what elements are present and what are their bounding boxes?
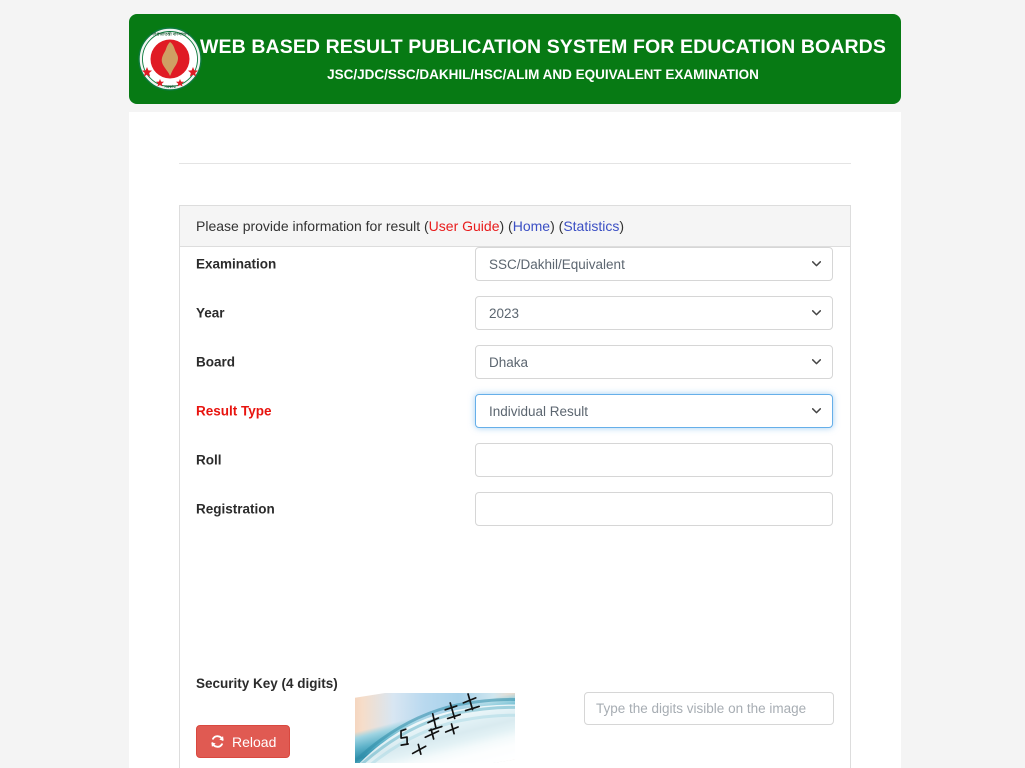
label-roll: Roll <box>196 452 222 468</box>
form-row-registration: Registration <box>180 492 850 526</box>
year-select-value: 2023 <box>489 305 520 321</box>
chevron-down-icon <box>812 310 821 316</box>
svg-text:গণপ্রজাতন্ত্রী বাংলাদেশ: গণপ্রজাতন্ত্রী বাংলাদেশ <box>151 31 189 37</box>
form-row-examination: Examination SSC/Dakhil/Equivalent <box>180 247 850 281</box>
page-subtitle: JSC/JDC/SSC/DAKHIL/HSC/ALIM AND EQUIVALE… <box>327 67 759 83</box>
site-header: গণপ্রজাতন্ত্রী বাংলাদেশ সরকার WEB BASED … <box>129 14 901 104</box>
label-board: Board <box>196 354 236 370</box>
form-row-result-type: Result Type Individual Result <box>180 394 850 428</box>
registration-input[interactable] <box>475 492 833 526</box>
form-row-board: Board Dhaka <box>180 345 850 379</box>
examination-select[interactable]: SSC/Dakhil/Equivalent <box>475 247 833 281</box>
bangladesh-government-emblem-icon: গণপ্রজাতন্ত্রী বাংলাদেশ সরকার <box>138 27 202 91</box>
label-result-type: Result Type <box>196 403 272 419</box>
panel-heading-text: Please provide information for result <box>196 218 421 234</box>
chevron-down-icon <box>812 408 821 414</box>
security-key-placeholder: Type the digits visible on the image <box>596 701 807 716</box>
paren-close-3: ) <box>619 218 624 234</box>
result-type-select[interactable]: Individual Result <box>475 394 833 428</box>
content-panel: Please provide information for result (U… <box>129 112 901 768</box>
chevron-down-icon <box>812 261 821 267</box>
chevron-down-icon <box>812 359 821 365</box>
board-select[interactable]: Dhaka <box>475 345 833 379</box>
panel-heading: Please provide information for result (U… <box>180 206 850 247</box>
label-security-key: Security Key (4 digits) <box>196 676 338 691</box>
statistics-link[interactable]: Statistics <box>563 218 619 234</box>
board-select-value: Dhaka <box>489 354 529 370</box>
captcha-image <box>355 693 515 763</box>
refresh-icon <box>210 734 225 749</box>
form-body: Examination SSC/Dakhil/Equivalent Year 2… <box>180 247 850 768</box>
roll-input[interactable] <box>475 443 833 477</box>
examination-select-value: SSC/Dakhil/Equivalent <box>489 256 625 272</box>
label-registration: Registration <box>196 501 275 517</box>
home-link[interactable]: Home <box>513 218 550 234</box>
horizontal-divider <box>179 163 851 164</box>
user-guide-link[interactable]: User Guide <box>429 218 500 234</box>
year-select[interactable]: 2023 <box>475 296 833 330</box>
security-key-input[interactable]: Type the digits visible on the image <box>584 692 834 725</box>
form-row-year: Year 2023 <box>180 296 850 330</box>
label-examination: Examination <box>196 256 277 272</box>
svg-text:সরকার: সরকার <box>163 84 176 89</box>
result-type-select-value: Individual Result <box>489 403 589 419</box>
page-title: WEB BASED RESULT PUBLICATION SYSTEM FOR … <box>200 35 886 58</box>
result-form-panel: Please provide information for result (U… <box>179 205 851 768</box>
label-year: Year <box>196 305 225 321</box>
form-row-roll: Roll <box>180 443 850 477</box>
reload-captcha-button[interactable]: Reload <box>196 725 291 758</box>
reload-button-label: Reload <box>232 733 277 750</box>
page-root: গণপ্রজাতন্ত্রী বাংলাদেশ সরকার WEB BASED … <box>0 0 1025 768</box>
